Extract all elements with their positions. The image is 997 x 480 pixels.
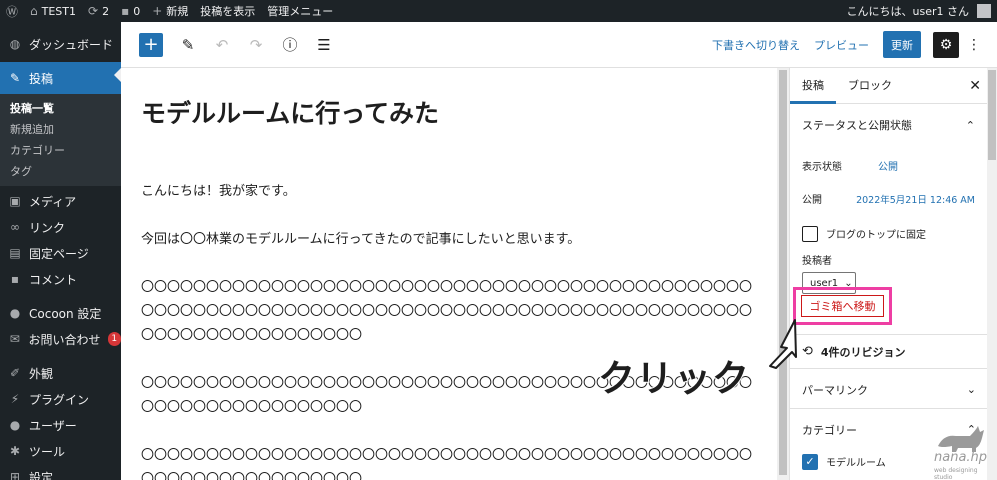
cocoon-icon: ● (9, 306, 21, 320)
admin-menu-link[interactable]: 管理メニュー (261, 0, 339, 22)
author-label-row: 投稿者 (790, 250, 987, 268)
admin-sidebar: ◍ ダッシュボード ✎ 投稿 投稿一覧 新規追加 カテゴリー タグ ▣ メディア ∞ リ… (0, 22, 121, 480)
settings-scrollbar[interactable] (987, 68, 997, 480)
content-scrollbar[interactable] (777, 68, 789, 480)
move-to-trash-button[interactable]: ゴミ箱へ移動 (801, 295, 884, 317)
paragraph-block[interactable]: 〇〇〇〇〇〇〇〇〇〇〇〇〇〇〇〇〇〇〇〇〇〇〇〇〇〇〇〇〇〇〇〇〇〇〇〇〇〇〇〇… (141, 276, 761, 348)
sticky-checkbox[interactable] (802, 225, 818, 242)
tab-block[interactable]: ブロック (836, 68, 904, 104)
settings-sidebar: 投稿 ブロック ✕ ステータスと公開状態 ⌃ 表示状態 公開 公開 2022年5… (789, 68, 987, 480)
dashboard-icon: ◍ (9, 37, 21, 51)
sticky-label: ブログのトップに固定 (826, 230, 926, 241)
sidebar-item-settings[interactable]: ⊞ 設定 (0, 464, 121, 480)
visibility-label: 表示状態 (802, 162, 842, 173)
sidebar-item-users[interactable]: ● ユーザー (0, 412, 121, 438)
redo-icon[interactable]: ↷ (247, 36, 265, 54)
sidebar-subitem-tags[interactable]: タグ (0, 161, 121, 182)
publish-row: 公開 2022年5月21日 12:46 AM (790, 182, 987, 215)
chevron-up-icon: ⌃ (965, 118, 975, 132)
plus-icon: + (152, 4, 163, 18)
scrollbar-thumb[interactable] (988, 70, 996, 160)
scrollbar-thumb[interactable] (779, 70, 787, 475)
sidebar-item-dashboard[interactable]: ◍ ダッシュボード (0, 31, 121, 57)
status-panel-title: ステータスと公開状態 (802, 119, 912, 132)
paragraph-block[interactable]: こんにちは！我が家です。 (141, 180, 761, 204)
sidebar-item-comments[interactable]: ▪ コメント (0, 266, 121, 292)
watermark-sub: web designing studio (934, 467, 978, 480)
visibility-toggle[interactable]: 公開 (878, 158, 898, 173)
sidebar-item-cocoon[interactable]: ● Cocoon 設定 (0, 300, 121, 326)
watermark-brand: nana.hp (934, 450, 988, 465)
chevron-down-icon: ⌄ (966, 383, 976, 396)
avatar (977, 4, 991, 18)
comment-icon: ▪ (10, 272, 20, 286)
pin-icon: ✎ (9, 71, 21, 85)
notification-badge: 1 (107, 332, 121, 346)
author-label: 投稿者 (802, 255, 832, 267)
post-title[interactable]: モデルルームに行ってみた (141, 94, 439, 130)
undo-icon[interactable]: ↶ (213, 36, 231, 54)
sidebar-item-contact[interactable]: ✉ お問い合わせ 1 (0, 326, 121, 352)
list-view-icon[interactable]: ☰ (315, 36, 333, 54)
link-icon: ∞ (10, 220, 20, 234)
sidebar-item-tools[interactable]: ✱ ツール (0, 438, 121, 464)
my-account-link[interactable]: こんにちは、user1 さん (841, 0, 997, 22)
visibility-row: 表示状態 公開 (790, 149, 987, 182)
comment-icon: ▪ (121, 4, 130, 18)
mail-icon: ✉ (9, 332, 20, 346)
editor-canvas: モデルルームに行ってみた こんにちは！我が家です。 今回は〇〇林業のモデルルーム… (121, 68, 777, 480)
info-icon[interactable]: ⓘ (281, 34, 299, 55)
wordpress-logo-icon[interactable]: Ⓦ (0, 0, 24, 22)
watermark: nana.hp web designing studio (930, 420, 990, 480)
page-icon: ▤ (9, 246, 21, 260)
sidebar-subitem-add-new[interactable]: 新規追加 (0, 119, 121, 140)
update-button[interactable]: 更新 (883, 31, 921, 58)
new-content-link[interactable]: + 新規 (146, 0, 194, 22)
publish-date-toggle[interactable]: 2022年5月21日 12:46 AM (856, 192, 975, 206)
publish-label: 公開 (802, 195, 822, 206)
preview-button[interactable]: プレビュー (814, 37, 869, 53)
pen-icon[interactable]: ✎ (179, 36, 197, 54)
editor-toolbar: + ✎ ↶ ↷ ⓘ ☰ 下書きへ切り替え プレビュー 更新 ⚙ ⋮ (121, 22, 997, 68)
plugin-icon: ⚡ (10, 392, 20, 406)
tab-post[interactable]: 投稿 (790, 68, 836, 104)
switch-to-draft-button[interactable]: 下書きへ切り替え (712, 37, 800, 53)
sidebar-subitem-all-posts[interactable]: 投稿一覧 (0, 98, 121, 119)
view-post-link[interactable]: 投稿を表示 (194, 0, 261, 22)
sidebar-item-appearance[interactable]: ✐ 外観 (0, 360, 121, 386)
sticky-row: ブログのトップに固定 (790, 217, 987, 250)
sidebar-item-pages[interactable]: ▤ 固定ページ (0, 240, 121, 266)
sidebar-item-posts[interactable]: ✎ 投稿 (0, 62, 121, 94)
settings-icon: ⊞ (9, 470, 21, 480)
annotation-arrow-icon (769, 319, 797, 369)
sidebar-item-media[interactable]: ▣ メディア (0, 188, 121, 214)
comments-link[interactable]: ▪ 0 (115, 0, 146, 22)
paragraph-block[interactable]: 今回は〇〇林業のモデルルームに行ってきたので記事にしたいと思います。 (141, 228, 761, 252)
more-options-icon[interactable]: ⋮ (967, 37, 981, 53)
site-name-link[interactable]: ⌂ TEST1 (24, 0, 82, 22)
category-checkbox[interactable]: ✓ (802, 453, 818, 470)
updates-link[interactable]: ⟳ 2 (82, 0, 115, 22)
settings-tabs: 投稿 ブロック ✕ (790, 68, 987, 104)
click-callout: クリック (597, 356, 750, 401)
home-icon: ⌂ (30, 4, 38, 18)
close-icon[interactable]: ✕ (969, 78, 981, 94)
refresh-icon: ⟳ (88, 4, 99, 18)
paragraph-block[interactable]: 〇〇〇〇〇〇〇〇〇〇〇〇〇〇〇〇〇〇〇〇〇〇〇〇〇〇〇〇〇〇〇〇〇〇〇〇〇〇〇〇… (141, 444, 761, 480)
sidebar-item-links[interactable]: ∞ リンク (0, 214, 121, 240)
gear-icon: ⚙ (939, 36, 953, 53)
admin-bar: Ⓦ ⌂ TEST1 ⟳ 2 ▪ 0 + 新規 投稿を表示 管理メニュー こんにちは、us… (0, 0, 997, 22)
wrench-icon: ✱ (9, 444, 21, 458)
sidebar-subitem-categories[interactable]: カテゴリー (0, 140, 121, 161)
permalink-panel-toggle[interactable]: パーマリンク ⌄ (790, 368, 987, 410)
settings-toggle-button[interactable]: ⚙ (933, 31, 959, 58)
media-icon: ▣ (9, 194, 21, 208)
status-panel-toggle[interactable]: ステータスと公開状態 ⌃ (790, 104, 987, 146)
posts-submenu: 投稿一覧 新規追加 カテゴリー タグ (0, 94, 121, 186)
brush-icon: ✐ (9, 366, 21, 380)
add-block-button[interactable]: + (139, 32, 163, 57)
sidebar-item-plugins[interactable]: ⚡ プラグイン (0, 386, 121, 412)
plus-icon: + (143, 34, 159, 55)
user-icon: ● (9, 418, 21, 432)
